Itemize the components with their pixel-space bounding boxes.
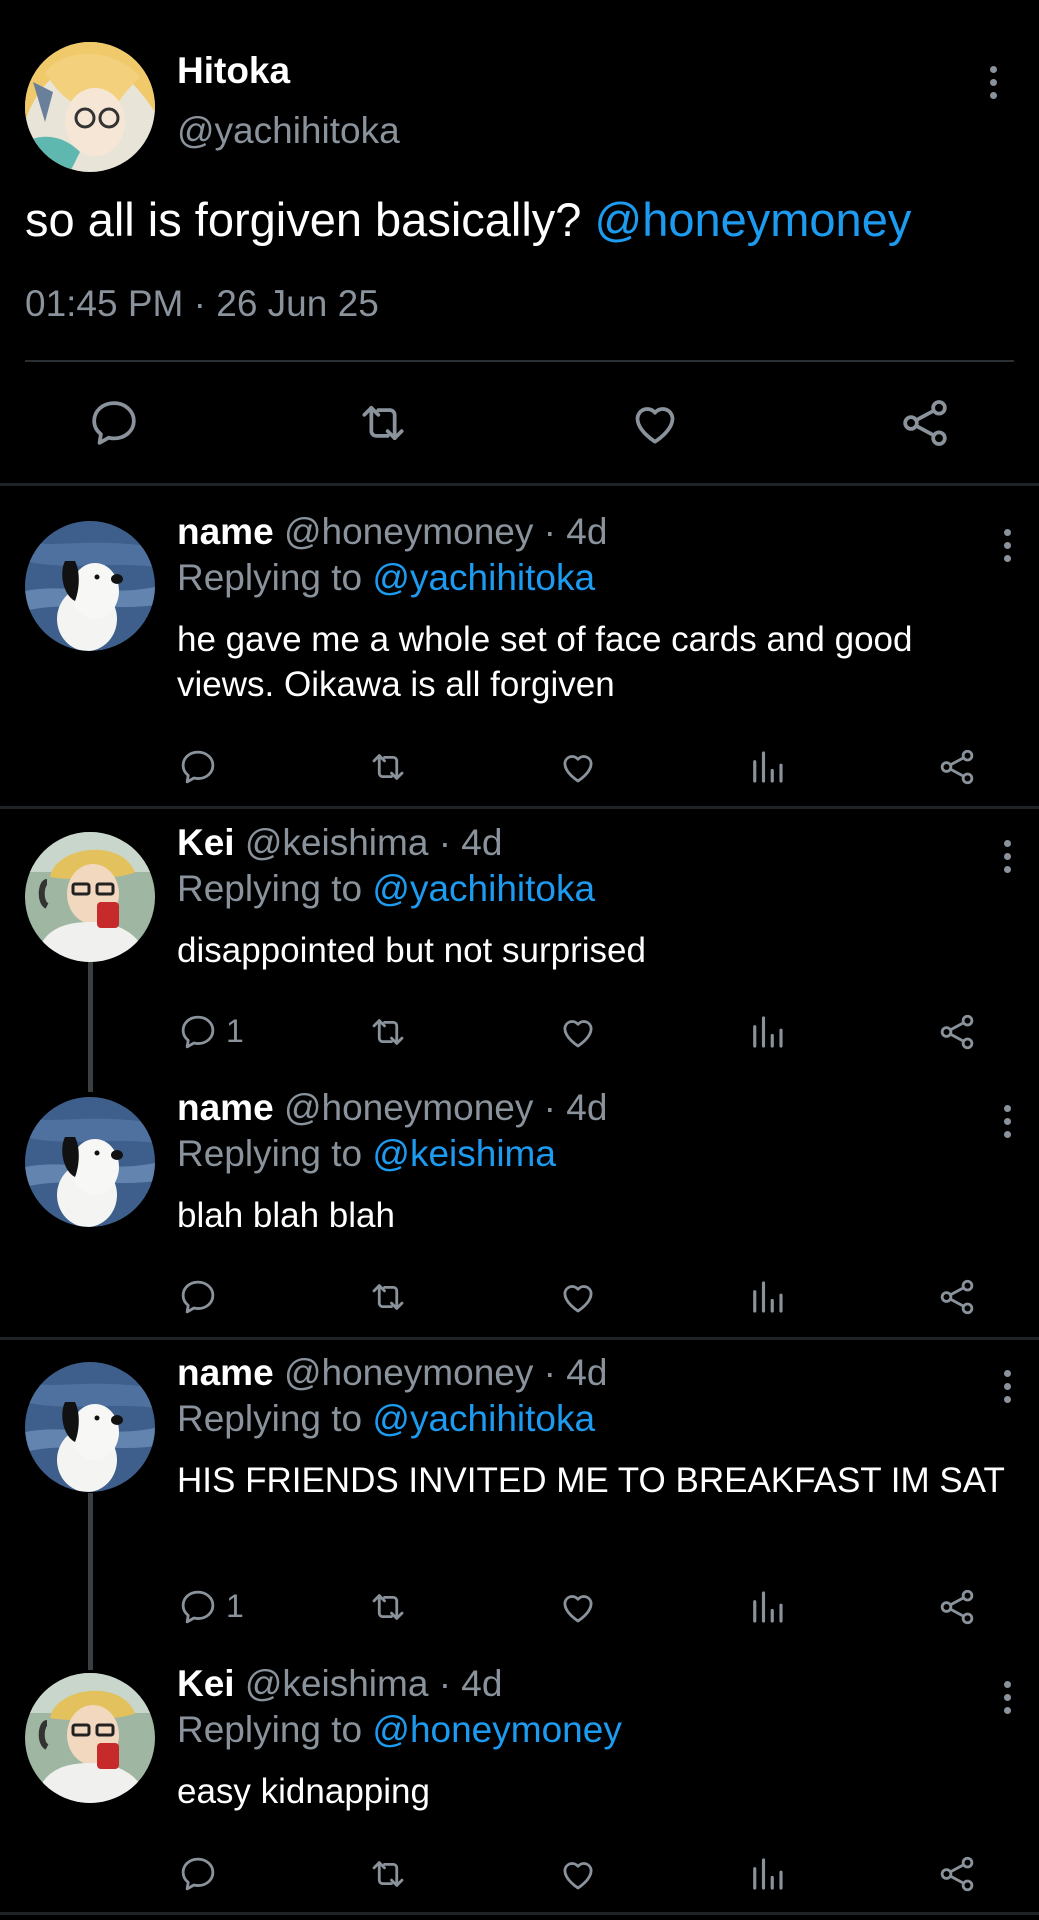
retweet-icon[interactable] — [355, 395, 411, 451]
reply-header: name @honeymoney · 4d — [177, 1352, 607, 1394]
main-tweet: Hitoka @yachihitoka so all is forgiven b… — [0, 0, 1039, 484]
like-icon[interactable] — [557, 1853, 599, 1895]
replying-to: Replying to @keishima — [177, 1133, 556, 1175]
more-options-icon[interactable] — [997, 1105, 1017, 1145]
age: · 4d — [543, 1352, 608, 1393]
retweet-icon[interactable] — [367, 1586, 409, 1628]
section-divider — [0, 1337, 1039, 1340]
mention-link[interactable]: @yachihitoka — [372, 868, 595, 909]
replying-prefix: Replying to — [177, 1133, 373, 1174]
mention-link[interactable]: @yachihitoka — [372, 1398, 595, 1439]
reply-header: name @honeymoney · 4d — [177, 1087, 607, 1129]
stats-icon[interactable] — [746, 746, 788, 788]
replying-to: Replying to @yachihitoka — [177, 1398, 595, 1440]
like-icon[interactable] — [557, 1011, 599, 1053]
retweet-icon[interactable] — [367, 1011, 409, 1053]
display-name[interactable]: Kei — [177, 1663, 235, 1704]
mention-link[interactable]: @honeymoney — [595, 193, 912, 246]
stats-icon[interactable] — [746, 1011, 788, 1053]
share-icon[interactable] — [936, 1853, 978, 1895]
share-icon[interactable] — [936, 746, 978, 788]
replying-prefix: Replying to — [177, 557, 373, 598]
display-name[interactable]: name — [177, 1352, 274, 1393]
age: · 4d — [438, 822, 503, 863]
share-icon[interactable] — [897, 395, 953, 451]
thread-line — [88, 962, 93, 1092]
avatar[interactable] — [25, 42, 155, 172]
handle[interactable]: @keishima — [245, 822, 429, 863]
reply-count: 1 — [226, 1588, 244, 1624]
mention-link[interactable]: @keishima — [372, 1133, 556, 1174]
timestamp: 01:45 PM · 26 Jun 25 — [25, 283, 379, 324]
replying-prefix: Replying to — [177, 1709, 373, 1750]
replying-to: Replying to @yachihitoka — [177, 557, 595, 599]
age: · 4d — [543, 511, 608, 552]
handle[interactable]: @keishima — [245, 1663, 429, 1704]
section-divider — [0, 806, 1039, 809]
section-divider — [0, 483, 1039, 486]
display-name[interactable]: name — [177, 1087, 274, 1128]
reply-icon[interactable] — [177, 746, 219, 788]
reply-count: 1 — [226, 1013, 244, 1049]
share-icon[interactable] — [936, 1011, 978, 1053]
handle[interactable]: @yachihitoka — [177, 110, 400, 152]
avatar[interactable] — [25, 521, 155, 651]
section-divider — [0, 1912, 1039, 1915]
handle[interactable]: @honeymoney — [284, 1087, 533, 1128]
avatar[interactable] — [25, 1673, 155, 1803]
avatar[interactable] — [25, 1097, 155, 1227]
stats-icon[interactable] — [746, 1853, 788, 1895]
avatar[interactable] — [25, 832, 155, 962]
handle[interactable]: @honeymoney — [284, 511, 533, 552]
stats-icon[interactable] — [746, 1586, 788, 1628]
tweet-text: so all is forgiven basically? @honeymone… — [25, 192, 911, 247]
replying-prefix: Replying to — [177, 868, 373, 909]
reply-icon[interactable] — [177, 1586, 219, 1628]
reply-icon[interactable] — [177, 1276, 219, 1318]
share-icon[interactable] — [936, 1586, 978, 1628]
age: · 4d — [543, 1087, 608, 1128]
more-options-icon[interactable] — [997, 840, 1017, 880]
like-icon[interactable] — [557, 1586, 599, 1628]
reply-icon[interactable] — [86, 395, 142, 451]
thread-line — [88, 1493, 93, 1670]
more-options-icon[interactable] — [997, 1681, 1017, 1721]
display-name[interactable]: Hitoka — [177, 50, 290, 92]
reply-text: HIS FRIENDS INVITED ME TO BREAKFAST IM S… — [177, 1461, 1005, 1500]
reply-text: blah blah blah — [177, 1196, 395, 1235]
reply-header: Kei @keishima · 4d — [177, 1663, 502, 1705]
reply-icon[interactable] — [177, 1853, 219, 1895]
replying-to: Replying to @honeymoney — [177, 1709, 622, 1751]
display-name[interactable]: Kei — [177, 822, 235, 863]
like-icon[interactable] — [627, 395, 683, 451]
mention-link[interactable]: @yachihitoka — [372, 557, 595, 598]
like-icon[interactable] — [557, 746, 599, 788]
more-options-icon[interactable] — [997, 1370, 1017, 1410]
share-icon[interactable] — [936, 1276, 978, 1318]
like-icon[interactable] — [557, 1276, 599, 1318]
retweet-icon[interactable] — [367, 746, 409, 788]
more-options-icon[interactable] — [997, 529, 1017, 569]
reply-text: disappointed but not surprised — [177, 931, 646, 970]
display-name[interactable]: name — [177, 511, 274, 552]
handle[interactable]: @honeymoney — [284, 1352, 533, 1393]
reply-text: easy kidnapping — [177, 1772, 430, 1811]
replying-prefix: Replying to — [177, 1398, 373, 1439]
avatar[interactable] — [25, 1362, 155, 1492]
retweet-icon[interactable] — [367, 1853, 409, 1895]
reply-header: name @honeymoney · 4d — [177, 511, 607, 553]
retweet-icon[interactable] — [367, 1276, 409, 1318]
mention-link[interactable]: @honeymoney — [372, 1709, 621, 1750]
reply-text: he gave me a whole set of face cards and… — [177, 620, 913, 704]
age: · 4d — [438, 1663, 503, 1704]
tweet-text-plain: so all is forgiven basically? — [25, 193, 595, 246]
reply-header: Kei @keishima · 4d — [177, 822, 502, 864]
more-options-icon[interactable] — [983, 66, 1003, 106]
reply-icon[interactable] — [177, 1011, 219, 1053]
divider — [25, 360, 1014, 362]
replying-to: Replying to @yachihitoka — [177, 868, 595, 910]
stats-icon[interactable] — [746, 1276, 788, 1318]
